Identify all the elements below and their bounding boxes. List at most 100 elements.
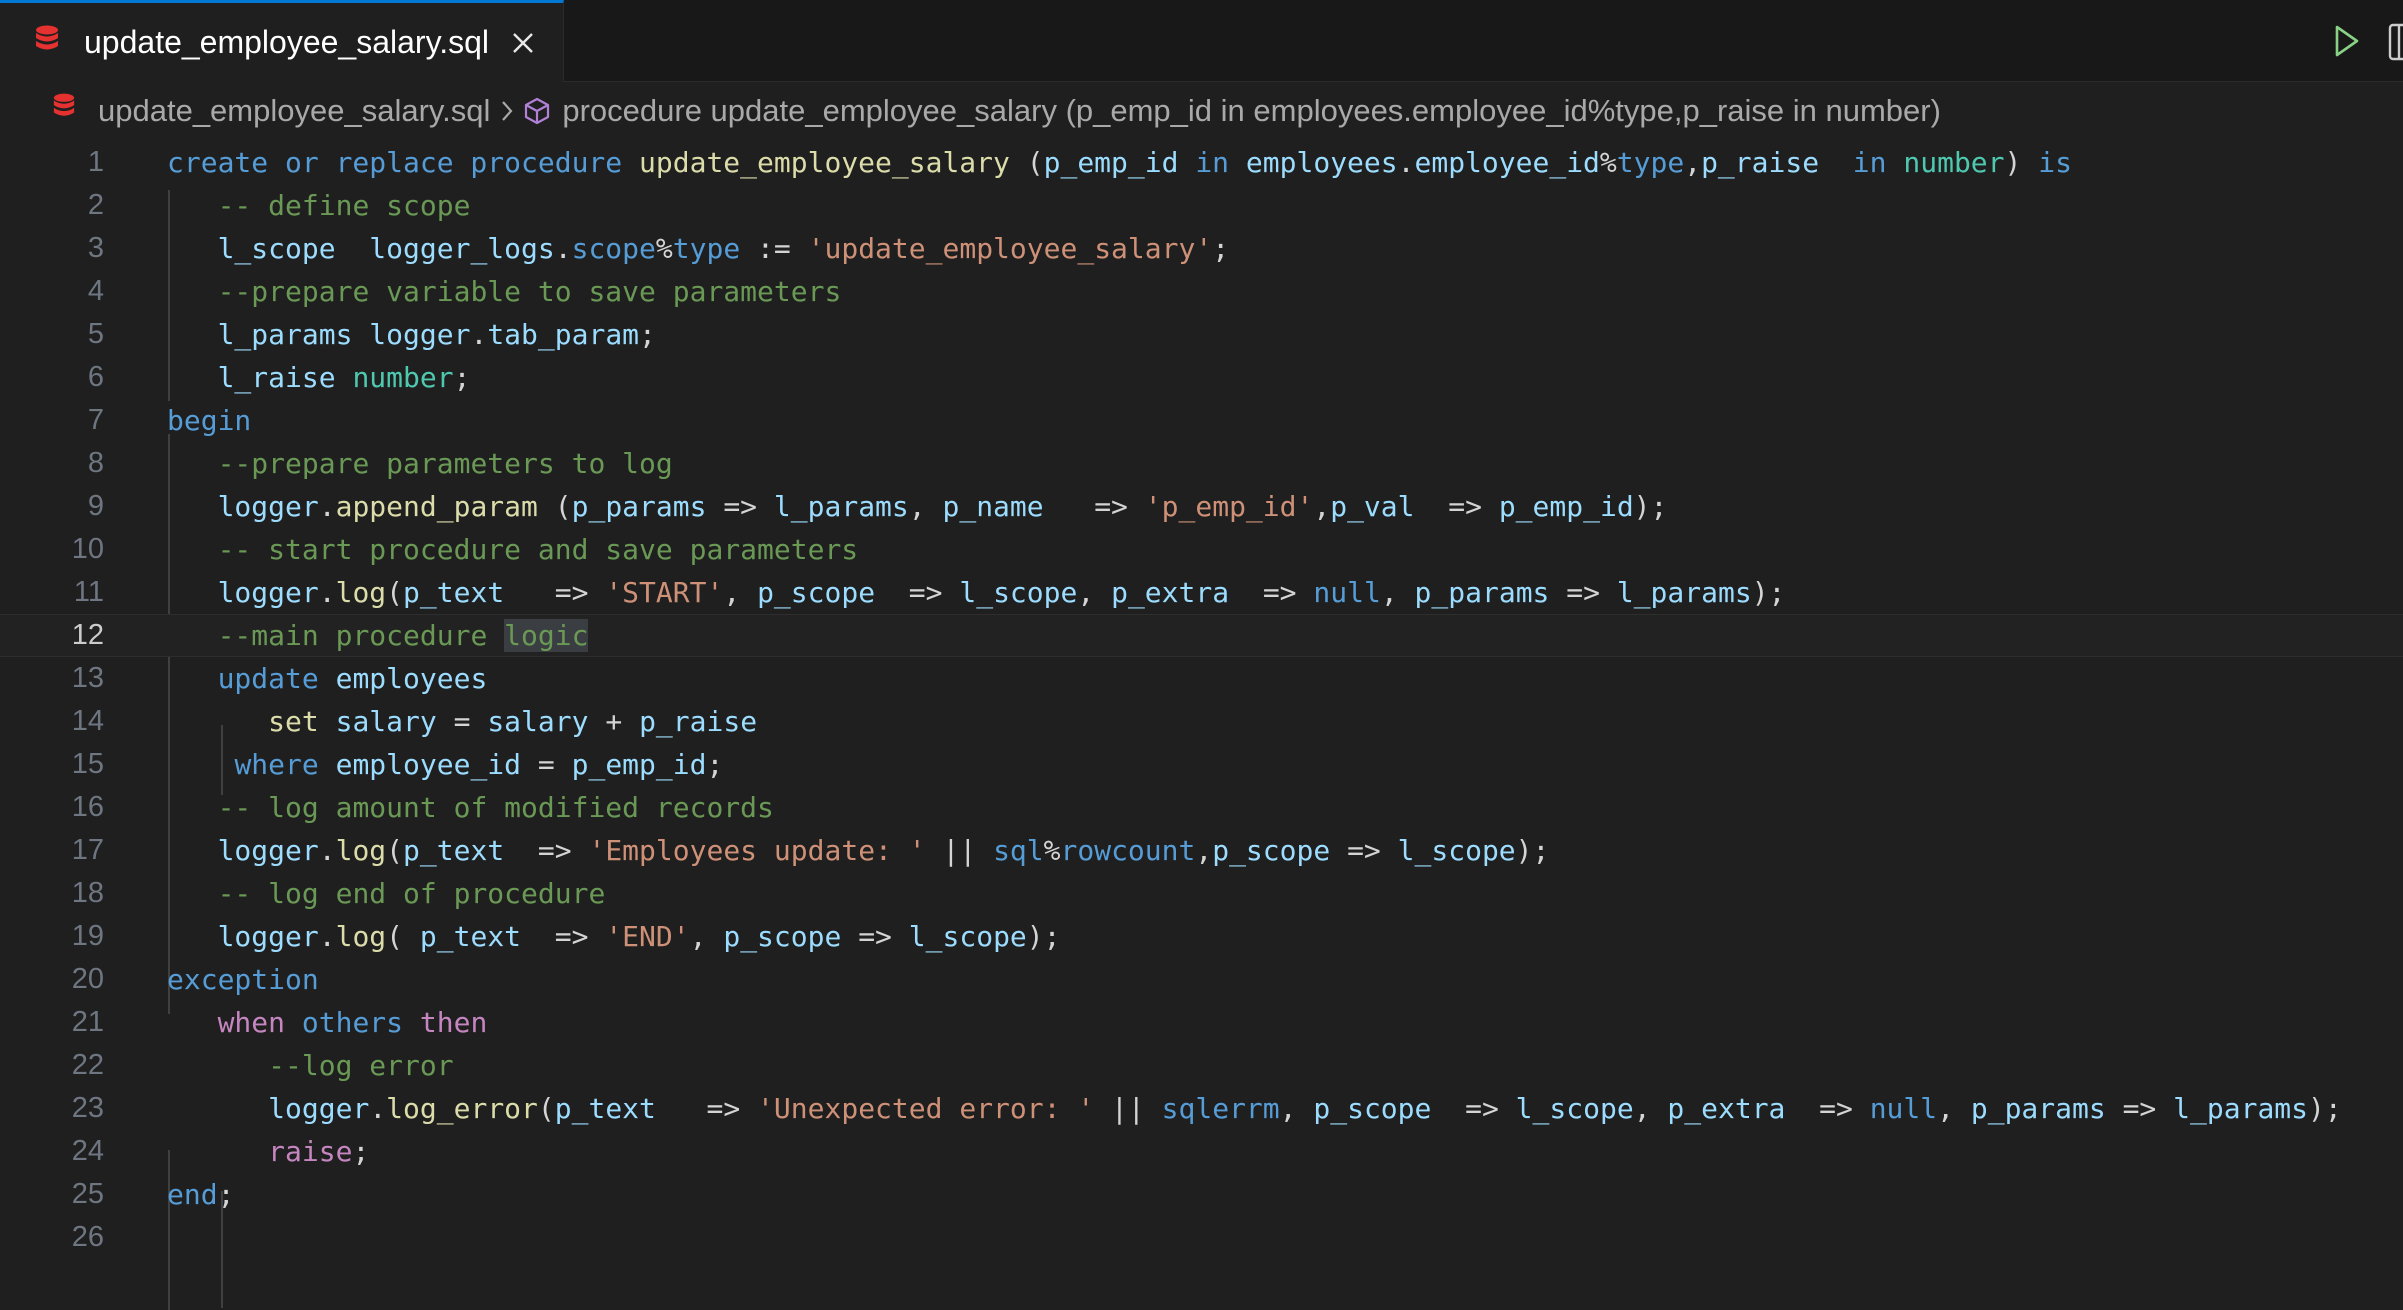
- code-line[interactable]: 23 logger.log_error(p_text => 'Unexpecte…: [0, 1087, 2403, 1130]
- line-number: 15: [71, 748, 104, 780]
- code-line[interactable]: 3 l_scope logger_logs.scope%type := 'upd…: [0, 227, 2403, 270]
- code-token: (: [386, 576, 404, 609]
- code-token: %: [1599, 146, 1617, 179]
- code-line[interactable]: 2 -- define scope: [0, 184, 2403, 227]
- code-line[interactable]: 14 set salary = salary + p_raise: [0, 700, 2403, 743]
- code-token: =: [537, 748, 572, 781]
- code-line[interactable]: 26: [0, 1216, 2403, 1259]
- line-number: 6: [87, 361, 104, 393]
- code-token: ,: [1380, 576, 1415, 609]
- code-token: (: [554, 490, 572, 523]
- code-token: type: [1616, 146, 1685, 179]
- code-token: then: [419, 1006, 488, 1039]
- code-token: ,: [1077, 576, 1112, 609]
- code-token: logger: [217, 920, 319, 953]
- code-line[interactable]: 12 --main procedure logic: [0, 614, 2403, 657]
- code-token: -- log end of procedure: [217, 877, 606, 910]
- code-token: =>: [1448, 490, 1499, 523]
- code-text: l_scope logger_logs.scope%type := 'updat…: [167, 227, 1229, 270]
- code-token: in: [1852, 146, 1904, 179]
- code-token: 'update_employee_salary': [807, 232, 1213, 265]
- code-token: %: [1043, 834, 1061, 867]
- code-line[interactable]: 17 logger.log(p_text => 'Employees updat…: [0, 829, 2403, 872]
- code-token: 'Unexpected error: ': [757, 1092, 1095, 1125]
- line-number: 20: [71, 963, 104, 995]
- code-token: =: [453, 705, 488, 738]
- code-line[interactable]: 24 raise;: [0, 1130, 2403, 1173]
- code-line[interactable]: 22 --log error: [0, 1044, 2403, 1087]
- code-token: ): [2004, 146, 2039, 179]
- code-text: logger.log( p_text => 'END', p_scope => …: [167, 915, 1061, 958]
- code-line[interactable]: 25 end;: [0, 1173, 2403, 1216]
- line-number: 3: [87, 232, 104, 264]
- code-token: p_text: [403, 576, 555, 609]
- code-token: ||: [1094, 1092, 1162, 1125]
- line-number: 23: [71, 1092, 104, 1124]
- code-line[interactable]: 18 -- log end of procedure: [0, 872, 2403, 915]
- code-token: sql: [993, 834, 1044, 867]
- breadcrumb-symbol[interactable]: procedure update_employee_salary (p_emp_…: [562, 93, 1941, 129]
- code-token: l_params: [1616, 576, 1752, 609]
- split-editor-icon[interactable]: [2387, 22, 2403, 67]
- breadcrumb-file[interactable]: update_employee_salary.sql: [98, 93, 490, 129]
- tab-update-employee-salary[interactable]: update_employee_salary.sql: [0, 0, 564, 82]
- line-number: 7: [87, 404, 104, 436]
- code-token: logic: [504, 619, 589, 652]
- code-token: =>: [1465, 1092, 1516, 1125]
- code-token: salary: [487, 705, 606, 738]
- code-token: =>: [554, 920, 606, 953]
- code-token: logger: [217, 576, 319, 609]
- code-text: update employees: [167, 657, 488, 700]
- code-line[interactable]: 11 logger.log(p_text => 'START', p_scope…: [0, 571, 2403, 614]
- code-token: p_emp_id: [1498, 490, 1634, 523]
- code-token: create or replace procedure: [167, 146, 640, 179]
- code-token: .: [318, 920, 336, 953]
- code-line[interactable]: 1 create or replace procedure update_empl…: [0, 141, 2403, 184]
- code-token: p_scope: [757, 576, 909, 609]
- close-icon[interactable]: [511, 31, 535, 55]
- code-token: .: [554, 232, 572, 265]
- code-token: logger: [217, 834, 319, 867]
- code-line[interactable]: 6 l_raise number;: [0, 356, 2403, 399]
- code-token: p_scope: [723, 920, 859, 953]
- code-token: :=: [740, 232, 808, 265]
- code-editor[interactable]: 1 create or replace procedure update_empl…: [0, 140, 2403, 1310]
- line-number: 26: [71, 1221, 104, 1253]
- code-token: --prepare parameters to log: [217, 447, 673, 480]
- code-token: -- define scope: [217, 189, 471, 222]
- code-line[interactable]: 20 exception: [0, 958, 2403, 1001]
- run-icon[interactable]: [2333, 24, 2361, 63]
- code-line[interactable]: 19 logger.log( p_text => 'END', p_scope …: [0, 915, 2403, 958]
- code-token: ,: [1313, 490, 1331, 523]
- code-text: -- log end of procedure: [167, 872, 606, 915]
- code-token: ;: [352, 1135, 370, 1168]
- code-token: p_emp_id: [571, 748, 707, 781]
- code-line[interactable]: 21 when others then: [0, 1001, 2403, 1044]
- code-token: raise: [268, 1135, 353, 1168]
- code-line[interactable]: 4 --prepare variable to save parameters: [0, 270, 2403, 313]
- code-line[interactable]: 15 where employee_id = p_emp_id;: [0, 743, 2403, 786]
- code-token: exception: [167, 963, 319, 996]
- code-token: (: [1026, 146, 1044, 179]
- code-text: --log error: [167, 1044, 453, 1087]
- code-line[interactable]: 7 begin: [0, 399, 2403, 442]
- code-token: +: [605, 705, 640, 738]
- code-line[interactable]: 13 update employees: [0, 657, 2403, 700]
- code-line[interactable]: 5 l_params logger.tab_param;: [0, 313, 2403, 356]
- code-line[interactable]: 10 -- start procedure and save parameter…: [0, 528, 2403, 571]
- code-token: =>: [858, 920, 909, 953]
- line-number: 18: [71, 877, 104, 909]
- code-token: l_params: [773, 490, 909, 523]
- code-line[interactable]: 9 logger.append_param (p_params => l_par…: [0, 485, 2403, 528]
- code-text: raise;: [167, 1130, 369, 1173]
- code-token: p_text: [554, 1092, 707, 1125]
- code-token: p_extra: [1111, 576, 1263, 609]
- code-token: (: [386, 834, 404, 867]
- code-line[interactable]: 16 -- log amount of modified records: [0, 786, 2403, 829]
- code-line[interactable]: 8 --prepare parameters to log: [0, 442, 2403, 485]
- line-number: 16: [71, 791, 104, 823]
